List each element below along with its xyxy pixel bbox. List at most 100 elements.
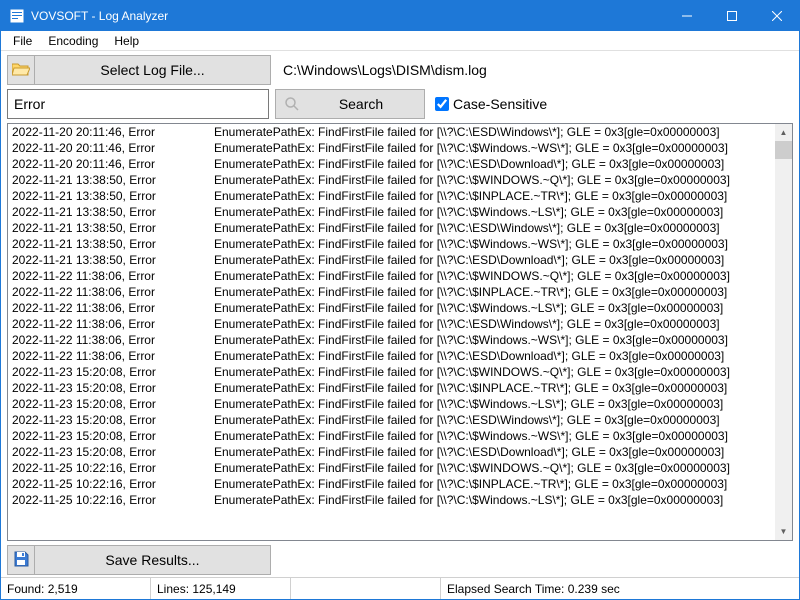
log-message: EnumeratePathEx: FindFirstFile failed fo… (214, 460, 775, 476)
log-line[interactable]: 2022-11-22 11:38:06, ErrorEnumeratePathE… (8, 332, 775, 348)
log-line[interactable]: 2022-11-22 11:38:06, ErrorEnumeratePathE… (8, 348, 775, 364)
menu-file[interactable]: File (5, 32, 40, 50)
scroll-up-arrow[interactable]: ▲ (775, 124, 792, 141)
minimize-button[interactable] (664, 1, 709, 31)
log-message: EnumeratePathEx: FindFirstFile failed fo… (214, 172, 775, 188)
log-message: EnumeratePathEx: FindFirstFile failed fo… (214, 396, 775, 412)
status-found: Found: 2,519 (1, 578, 151, 599)
log-timestamp: 2022-11-23 15:20:08, Error (8, 428, 214, 444)
menu-encoding[interactable]: Encoding (40, 32, 106, 50)
log-line[interactable]: 2022-11-23 15:20:08, ErrorEnumeratePathE… (8, 380, 775, 396)
log-line[interactable]: 2022-11-25 10:22:16, ErrorEnumeratePathE… (8, 492, 775, 508)
menu-help[interactable]: Help (106, 32, 147, 50)
log-message: EnumeratePathEx: FindFirstFile failed fo… (214, 156, 775, 172)
search-input[interactable] (7, 89, 269, 119)
open-folder-button[interactable] (7, 55, 35, 85)
log-line[interactable]: 2022-11-23 15:20:08, ErrorEnumeratePathE… (8, 428, 775, 444)
log-message: EnumeratePathEx: FindFirstFile failed fo… (214, 476, 775, 492)
results-list[interactable]: 2022-11-20 20:11:46, ErrorEnumeratePathE… (8, 124, 775, 540)
log-message: EnumeratePathEx: FindFirstFile failed fo… (214, 364, 775, 380)
log-message: EnumeratePathEx: FindFirstFile failed fo… (214, 428, 775, 444)
maximize-button[interactable] (709, 1, 754, 31)
log-line[interactable]: 2022-11-22 11:38:06, ErrorEnumeratePathE… (8, 284, 775, 300)
log-message: EnumeratePathEx: FindFirstFile failed fo… (214, 412, 775, 428)
log-timestamp: 2022-11-23 15:20:08, Error (8, 412, 214, 428)
log-message: EnumeratePathEx: FindFirstFile failed fo… (214, 220, 775, 236)
case-sensitive-checkbox[interactable]: Case-Sensitive (431, 89, 547, 119)
scroll-thumb[interactable] (775, 141, 792, 159)
menubar: File Encoding Help (1, 31, 799, 51)
titlebar: VOVSOFT - Log Analyzer (1, 1, 799, 31)
log-timestamp: 2022-11-23 15:20:08, Error (8, 396, 214, 412)
log-line[interactable]: 2022-11-23 15:20:08, ErrorEnumeratePathE… (8, 364, 775, 380)
log-timestamp: 2022-11-21 13:38:50, Error (8, 220, 214, 236)
log-line[interactable]: 2022-11-22 11:38:06, ErrorEnumeratePathE… (8, 268, 775, 284)
log-timestamp: 2022-11-21 13:38:50, Error (8, 172, 214, 188)
log-message: EnumeratePathEx: FindFirstFile failed fo… (214, 188, 775, 204)
log-message: EnumeratePathEx: FindFirstFile failed fo… (214, 124, 775, 140)
log-timestamp: 2022-11-20 20:11:46, Error (8, 140, 214, 156)
log-timestamp: 2022-11-23 15:20:08, Error (8, 444, 214, 460)
scroll-track[interactable] (775, 141, 792, 523)
vertical-scrollbar[interactable]: ▲ ▼ (775, 124, 792, 540)
log-message: EnumeratePathEx: FindFirstFile failed fo… (214, 300, 775, 316)
log-line[interactable]: 2022-11-21 13:38:50, ErrorEnumeratePathE… (8, 252, 775, 268)
app-icon (9, 8, 25, 24)
search-icon (276, 96, 308, 112)
toolbar-search-row: Search Case-Sensitive (1, 87, 799, 123)
log-line[interactable]: 2022-11-20 20:11:46, ErrorEnumeratePathE… (8, 156, 775, 172)
log-line[interactable]: 2022-11-21 13:38:50, ErrorEnumeratePathE… (8, 236, 775, 252)
log-line[interactable]: 2022-11-22 11:38:06, ErrorEnumeratePathE… (8, 316, 775, 332)
log-message: EnumeratePathEx: FindFirstFile failed fo… (214, 444, 775, 460)
log-line[interactable]: 2022-11-20 20:11:46, ErrorEnumeratePathE… (8, 140, 775, 156)
scroll-down-arrow[interactable]: ▼ (775, 523, 792, 540)
folder-icon (12, 62, 30, 79)
log-line[interactable]: 2022-11-21 13:38:50, ErrorEnumeratePathE… (8, 172, 775, 188)
close-button[interactable] (754, 1, 799, 31)
log-timestamp: 2022-11-23 15:20:08, Error (8, 364, 214, 380)
log-line[interactable]: 2022-11-23 15:20:08, ErrorEnumeratePathE… (8, 412, 775, 428)
log-message: EnumeratePathEx: FindFirstFile failed fo… (214, 268, 775, 284)
case-sensitive-input[interactable] (435, 97, 449, 111)
log-timestamp: 2022-11-22 11:38:06, Error (8, 316, 214, 332)
log-timestamp: 2022-11-20 20:11:46, Error (8, 124, 214, 140)
log-message: EnumeratePathEx: FindFirstFile failed fo… (214, 316, 775, 332)
case-sensitive-label: Case-Sensitive (453, 96, 547, 112)
log-line[interactable]: 2022-11-25 10:22:16, ErrorEnumeratePathE… (8, 460, 775, 476)
save-icon-button[interactable] (7, 545, 35, 575)
status-lines: Lines: 125,149 (151, 578, 291, 599)
search-button[interactable]: Search (275, 89, 425, 119)
log-timestamp: 2022-11-20 20:11:46, Error (8, 156, 214, 172)
log-timestamp: 2022-11-21 13:38:50, Error (8, 252, 214, 268)
select-log-file-button[interactable]: Select Log File... (35, 55, 271, 85)
log-message: EnumeratePathEx: FindFirstFile failed fo… (214, 252, 775, 268)
log-timestamp: 2022-11-25 10:22:16, Error (8, 476, 214, 492)
log-timestamp: 2022-11-22 11:38:06, Error (8, 300, 214, 316)
log-line[interactable]: 2022-11-20 20:11:46, ErrorEnumeratePathE… (8, 124, 775, 140)
log-line[interactable]: 2022-11-21 13:38:50, ErrorEnumeratePathE… (8, 188, 775, 204)
log-message: EnumeratePathEx: FindFirstFile failed fo… (214, 284, 775, 300)
log-line[interactable]: 2022-11-22 11:38:06, ErrorEnumeratePathE… (8, 300, 775, 316)
log-message: EnumeratePathEx: FindFirstFile failed fo… (214, 236, 775, 252)
log-timestamp: 2022-11-22 11:38:06, Error (8, 268, 214, 284)
results-panel: 2022-11-20 20:11:46, ErrorEnumeratePathE… (7, 123, 793, 541)
log-line[interactable]: 2022-11-21 13:38:50, ErrorEnumeratePathE… (8, 220, 775, 236)
log-line[interactable]: 2022-11-21 13:38:50, ErrorEnumeratePathE… (8, 204, 775, 220)
status-elapsed: Elapsed Search Time: 0.239 sec (441, 578, 799, 599)
log-message: EnumeratePathEx: FindFirstFile failed fo… (214, 204, 775, 220)
log-message: EnumeratePathEx: FindFirstFile failed fo… (214, 140, 775, 156)
status-spacer (291, 578, 441, 599)
log-message: EnumeratePathEx: FindFirstFile failed fo… (214, 380, 775, 396)
window-title: VOVSOFT - Log Analyzer (31, 9, 664, 23)
log-line[interactable]: 2022-11-25 10:22:16, ErrorEnumeratePathE… (8, 476, 775, 492)
save-results-button[interactable]: Save Results... (35, 545, 271, 575)
log-timestamp: 2022-11-22 11:38:06, Error (8, 348, 214, 364)
statusbar: Found: 2,519 Lines: 125,149 Elapsed Sear… (1, 577, 799, 599)
log-line[interactable]: 2022-11-23 15:20:08, ErrorEnumeratePathE… (8, 396, 775, 412)
save-icon (13, 551, 29, 570)
log-line[interactable]: 2022-11-23 15:20:08, ErrorEnumeratePathE… (8, 444, 775, 460)
log-timestamp: 2022-11-22 11:38:06, Error (8, 284, 214, 300)
log-timestamp: 2022-11-21 13:38:50, Error (8, 188, 214, 204)
toolbar-file-row: Select Log File... C:\Windows\Logs\DISM\… (1, 51, 799, 87)
log-timestamp: 2022-11-21 13:38:50, Error (8, 236, 214, 252)
